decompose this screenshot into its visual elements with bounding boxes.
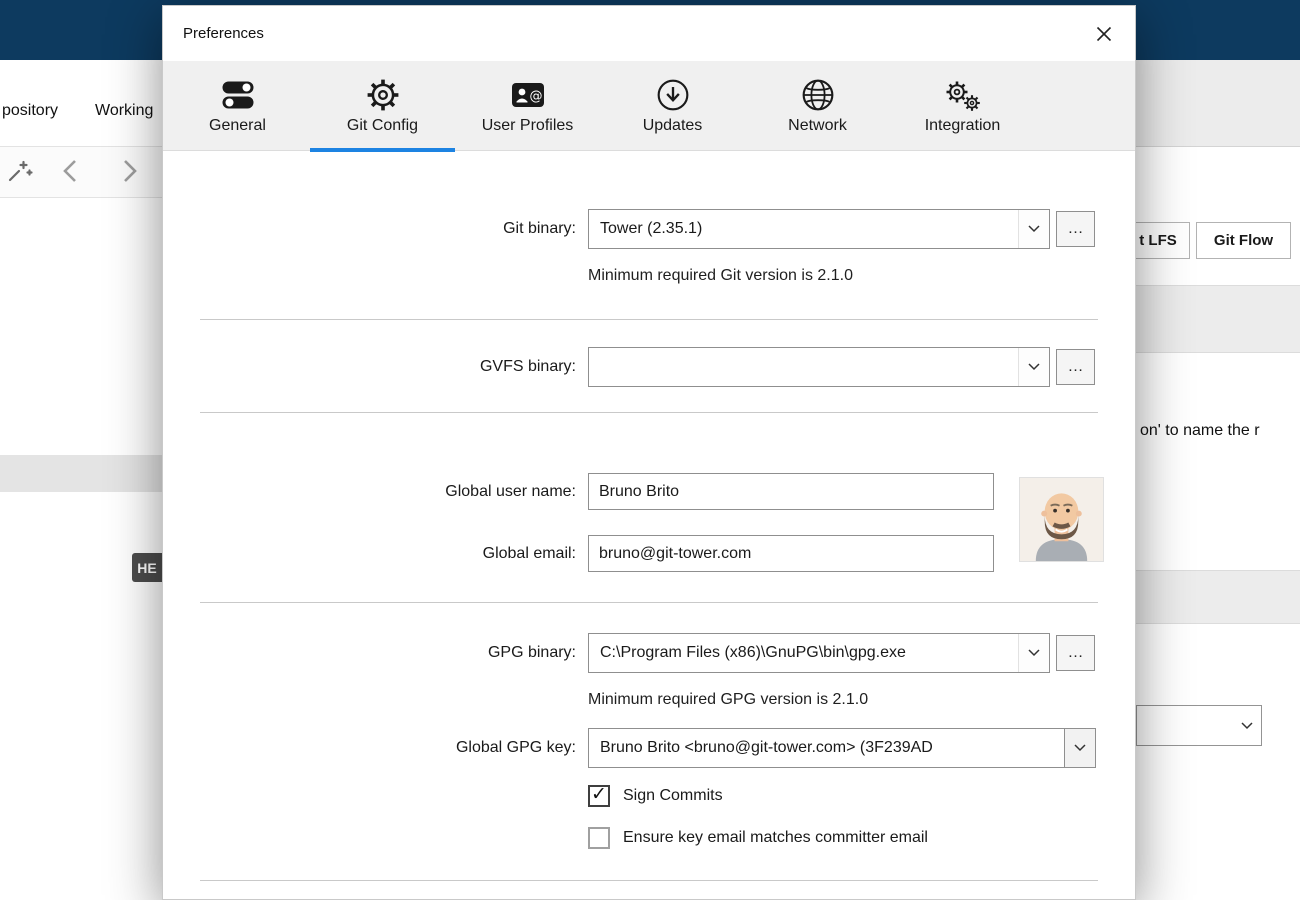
global-user-name-label: Global user name:	[445, 483, 576, 500]
gpg-binary-label: GPG binary:	[487, 644, 576, 661]
tab-label: Network	[788, 117, 847, 134]
background-row-band-2	[1136, 570, 1300, 624]
chevron-down-icon	[1018, 634, 1049, 672]
menu-item-working-copy[interactable]: Working	[95, 102, 153, 120]
tab-label: Git Config	[346, 117, 419, 134]
globe-icon	[801, 76, 835, 114]
divider	[200, 412, 1098, 413]
chevron-down-icon	[1018, 210, 1049, 248]
divider	[200, 602, 1098, 603]
git-binary-label: Git binary:	[503, 220, 576, 237]
git-binary-browse-button[interactable]: …	[1056, 211, 1095, 247]
gpg-binary-browse-button[interactable]: …	[1056, 635, 1095, 671]
screen: pository Working HE t LFS Git Flow on' t…	[0, 0, 1300, 900]
toggles-icon	[221, 76, 255, 114]
back-button[interactable]	[62, 158, 78, 189]
tab-label: Updates	[642, 117, 703, 134]
tab-label: Integration	[924, 117, 1001, 134]
ensure-key-email-label: Ensure key email matches committer email	[623, 829, 928, 846]
svg-text:@: @	[529, 89, 542, 104]
tab-network[interactable]: Network	[745, 61, 890, 151]
ensure-key-email-row: Ensure key email matches committer email	[588, 827, 928, 849]
gears-icon	[944, 76, 981, 114]
download-circle-icon	[656, 76, 690, 114]
close-button[interactable]	[1091, 21, 1117, 47]
background-text-snippet: on' to name the r	[1140, 422, 1260, 439]
background-window-left: pository Working HE	[0, 60, 162, 900]
gvfs-binary-browse-button[interactable]: …	[1056, 349, 1095, 385]
tab-git-config[interactable]: Git Config	[310, 61, 455, 152]
gvfs-binary-value	[589, 348, 1018, 386]
preferences-tab-bar: General Git Config @ User Profiles Updat…	[163, 61, 1135, 152]
ensure-key-email-checkbox[interactable]	[588, 827, 610, 849]
global-gpg-key-value: Bruno Brito <bruno@git-tower.com> (3F239…	[600, 739, 933, 756]
close-icon	[1096, 26, 1112, 42]
gpg-binary-dropdown[interactable]: C:\Program Files (x86)\GnuPG\bin\gpg.exe	[588, 633, 1050, 673]
forward-button[interactable]	[122, 158, 138, 189]
tab-updates[interactable]: Updates	[600, 61, 745, 151]
avatar	[1019, 477, 1104, 562]
menu-item-repository[interactable]: pository	[2, 102, 58, 120]
sidebar-selected-row[interactable]	[0, 455, 162, 492]
head-badge: HE	[132, 553, 162, 582]
tab-general[interactable]: General	[165, 61, 310, 151]
tab-label: User Profiles	[481, 117, 574, 134]
sign-commits-label: Sign Commits	[623, 787, 723, 804]
background-row-band	[1136, 285, 1300, 353]
global-user-name-input[interactable]	[588, 473, 994, 510]
dialog-title: Preferences	[183, 25, 264, 42]
background-toolbar-band	[1136, 60, 1300, 147]
gvfs-binary-dropdown[interactable]	[588, 347, 1050, 387]
gvfs-binary-label: GVFS binary:	[479, 358, 576, 375]
chevron-down-icon	[1018, 348, 1049, 386]
id-card-icon: @	[511, 76, 545, 114]
git-binary-dropdown[interactable]: Tower (2.35.1)	[588, 209, 1050, 249]
tab-user-profiles[interactable]: @ User Profiles	[455, 61, 600, 151]
chevron-down-icon	[1233, 706, 1261, 745]
sign-commits-row: Sign Commits	[588, 785, 723, 807]
chevron-down-icon	[1064, 729, 1095, 767]
git-flow-button[interactable]: Git Flow	[1196, 222, 1291, 259]
background-toolbar	[0, 146, 162, 198]
git-binary-value: Tower (2.35.1)	[600, 220, 703, 237]
global-gpg-key-label: Global GPG key:	[455, 739, 576, 756]
background-dropdown[interactable]	[1136, 705, 1262, 746]
global-gpg-key-dropdown[interactable]: Bruno Brito <bruno@git-tower.com> (3F239…	[588, 728, 1096, 768]
git-binary-help: Minimum required Git version is 2.1.0	[588, 267, 853, 284]
tab-label: General	[209, 117, 266, 134]
divider	[200, 880, 1098, 881]
tab-integration[interactable]: Integration	[890, 61, 1035, 151]
gpg-binary-value: C:\Program Files (x86)\GnuPG\bin\gpg.exe	[600, 644, 906, 661]
global-email-input[interactable]	[588, 535, 994, 572]
gpg-binary-help: Minimum required GPG version is 2.1.0	[588, 691, 869, 708]
global-email-label: Global email:	[482, 545, 576, 562]
divider	[200, 319, 1098, 320]
background-window-right: t LFS Git Flow on' to name the r	[1126, 60, 1300, 900]
gear-icon	[366, 76, 400, 114]
sign-commits-checkbox[interactable]	[588, 785, 610, 807]
preferences-dialog: Preferences General Git Config @ User Pr…	[162, 5, 1136, 900]
quick-actions-icon[interactable]	[5, 157, 33, 190]
